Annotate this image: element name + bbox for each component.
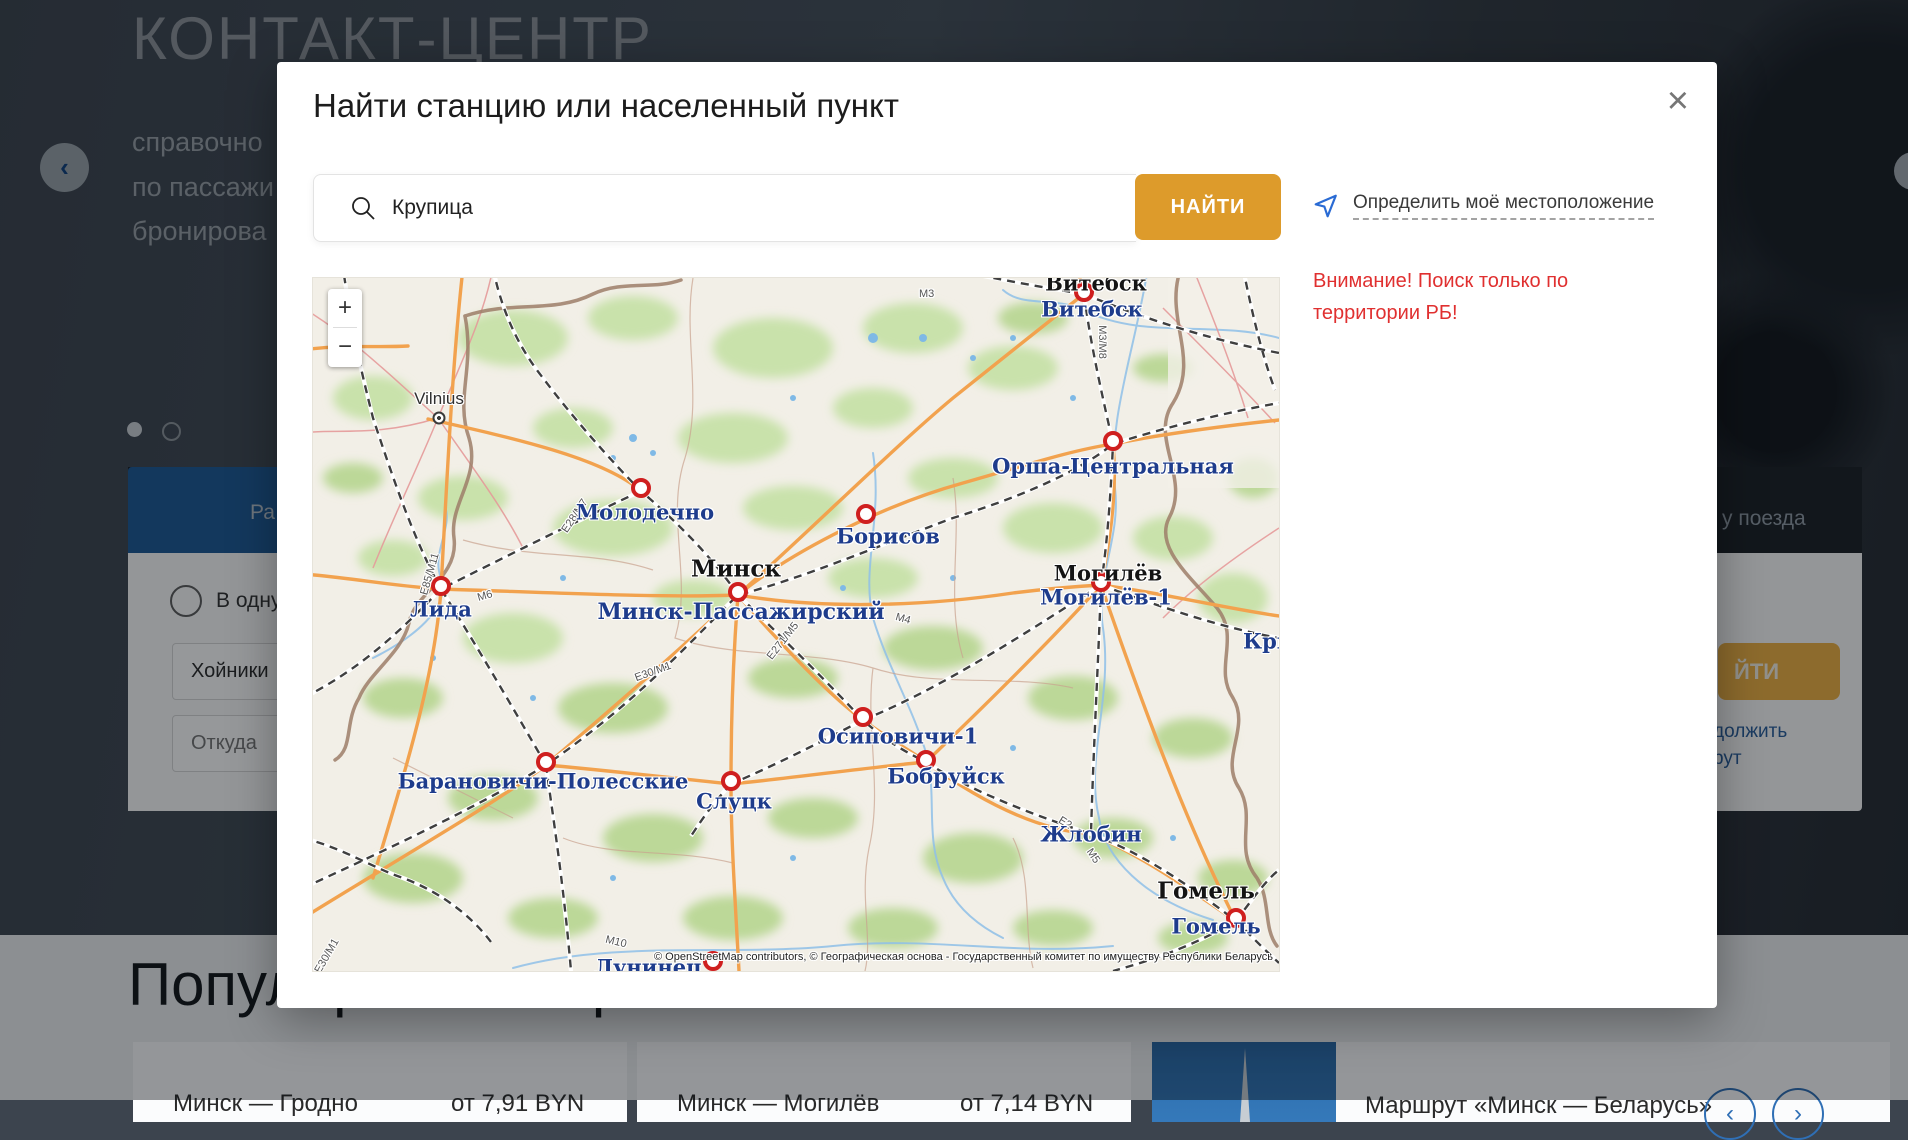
detect-location-label: Определить моё местоположение: [1353, 192, 1654, 220]
station-search-input[interactable]: [390, 175, 1114, 241]
map-station-label: Бобруйск: [887, 764, 1005, 789]
map-station-label: Осиповичи-1: [818, 724, 978, 749]
modal-title: Найти станцию или населенный пункт: [313, 87, 899, 125]
zoom-in-button[interactable]: +: [328, 289, 362, 327]
city-dot-icon: [433, 412, 446, 425]
map-station-label: Гомель: [1171, 914, 1260, 939]
station-search-box: [313, 174, 1136, 242]
map-station-label: Минск-Пассажирский: [597, 599, 884, 625]
map-city-label: Витебск: [1045, 277, 1147, 296]
search-icon: [350, 195, 376, 221]
map-station-label: Слуцк: [696, 789, 772, 814]
belarus-map[interactable]: + − Витебск Минск Могилёв Гомель Витебск Орша…: [312, 277, 1280, 972]
station-marker-icon[interactable]: [631, 478, 651, 498]
map-attribution: © OpenStreetMap contributors, © Географи…: [654, 951, 1273, 963]
map-station-label: Кри: [1243, 629, 1280, 654]
map-zoom-control: + −: [328, 289, 362, 367]
station-marker-icon[interactable]: [1103, 431, 1123, 451]
map-city-label: Могилёв: [1054, 561, 1162, 586]
map-station-label: Лида: [410, 597, 472, 622]
map-station-label: Борисов: [836, 524, 940, 549]
road-label: М3/М8: [1096, 325, 1108, 359]
map-station-label: Барановичи-Полесские: [398, 769, 689, 794]
station-search-modal: × Найти станцию или населенный пункт НАЙ…: [277, 62, 1717, 1008]
road-label: М3: [919, 288, 934, 300]
chevron-right-icon: ›: [1794, 1100, 1802, 1128]
map-station-label: Витебск: [1041, 297, 1143, 322]
station-marker-icon[interactable]: [856, 504, 876, 524]
map-station-label: Жлобин: [1040, 822, 1141, 847]
map-station-label: Могилёв-1: [1040, 585, 1172, 610]
map-city-label: Vilnius: [414, 389, 464, 409]
zoom-out-button[interactable]: −: [328, 328, 362, 366]
map-city-label: Гомель: [1157, 878, 1255, 905]
find-button[interactable]: НАЙТИ: [1135, 174, 1281, 240]
map-city-label: Минск: [691, 556, 781, 583]
detect-location-link[interactable]: Определить моё местоположение: [1313, 192, 1654, 220]
navigation-arrow-icon: [1313, 193, 1339, 219]
close-icon[interactable]: ×: [1667, 82, 1689, 120]
search-warning-text: Внимание! Поиск только по территории РБ!: [1313, 265, 1633, 329]
map-station-label: Молодечно: [576, 500, 714, 525]
chevron-left-icon: ‹: [1726, 1100, 1734, 1128]
map-station-label: Орша-Центральная: [992, 454, 1234, 479]
